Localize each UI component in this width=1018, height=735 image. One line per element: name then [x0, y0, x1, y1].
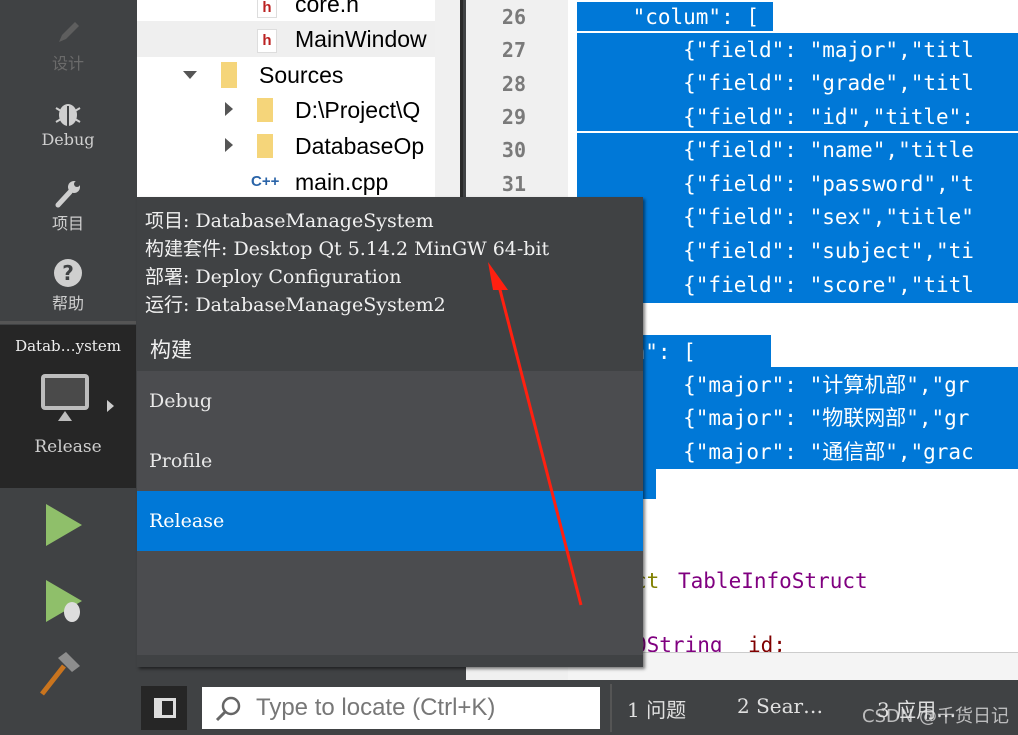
tree-item-databaseop[interactable]: DatabaseOp: [137, 128, 435, 164]
code-line: {"field": "password","t: [582, 172, 974, 196]
header-file-icon: h: [257, 29, 277, 53]
tab-issues[interactable]: 1 问题: [627, 694, 686, 723]
target-config: Release: [34, 437, 102, 457]
locator-placeholder: Type to locate (Ctrl+K): [256, 694, 496, 721]
line-number: 29: [501, 105, 526, 129]
tree-item-mainwindow[interactable]: h MainWindow: [137, 21, 435, 57]
line-number: 31: [501, 172, 526, 196]
target-project: Datab…ystem: [15, 337, 121, 355]
hammer-icon[interactable]: [38, 652, 80, 698]
mode-label: 帮助: [51, 294, 84, 313]
info-project: 项目: DatabaseManageSystem: [145, 210, 434, 232]
build-list: Debug Profile Release: [137, 371, 643, 655]
tree-label: main.cpp: [295, 169, 389, 195]
build-header: 构建: [150, 338, 192, 362]
info-run: 运行: DatabaseManageSystem2: [145, 294, 446, 316]
mode-debug[interactable]: Debug: [0, 98, 136, 149]
tree-scrollbar[interactable]: [435, 0, 463, 197]
search-icon: [215, 696, 241, 722]
toggle-sidebar-button[interactable]: [141, 686, 187, 730]
target-popup: 项目: DatabaseManageSystem 构建套件: Desktop Q…: [137, 197, 643, 667]
tree-label: D:\Project\Q: [295, 97, 421, 123]
line-number: 27: [501, 38, 526, 62]
mode-label: 项目: [51, 214, 84, 233]
mode-label: 设计: [51, 54, 84, 73]
svg-text:?: ?: [62, 261, 74, 285]
help-icon: ?: [54, 259, 82, 287]
info-kit: 构建套件: Desktop Qt 5.14.2 MinGW 64-bit: [145, 238, 550, 260]
divider: [0, 321, 136, 324]
pencil-icon: [59, 22, 79, 42]
tree-item-main-cpp[interactable]: C++ main.cpp: [137, 164, 435, 197]
tree-label: Sources: [259, 62, 344, 88]
watermark: CSDN @千货日记: [862, 706, 1010, 727]
source-folder-icon: [221, 62, 237, 88]
mode-project[interactable]: 项目: [0, 178, 136, 234]
bug-icon: [55, 104, 81, 126]
sidebar-toggle-icon: [154, 698, 176, 718]
cpp-file-icon: C++: [251, 173, 280, 190]
code-line: {"field": "major","titl: [582, 38, 974, 62]
code-line: {"field": "id","title":: [582, 105, 974, 129]
line-number: 30: [501, 138, 526, 162]
run-icon[interactable]: [44, 502, 84, 548]
tree-item-project-dir[interactable]: D:\Project\Q: [137, 92, 435, 128]
wrench-icon: [55, 181, 80, 208]
folder-icon: [257, 134, 273, 158]
line-number: 28: [501, 72, 526, 96]
tab-search[interactable]: 2 Sear…: [737, 694, 823, 718]
triangle-right-icon[interactable]: [225, 102, 234, 116]
mode-help[interactable]: ? 帮助: [0, 258, 136, 314]
code-line: {"field": "grade","titl: [582, 71, 974, 95]
triangle-right-icon[interactable]: [225, 138, 234, 152]
info-deploy: 部署: Deploy Configuration: [145, 266, 402, 288]
code-line: "colum": [: [582, 5, 760, 29]
target-selector[interactable]: Datab…ystem Release: [0, 325, 136, 488]
bottom-bar: Type to locate (Ctrl+K) 1 问题 2 Sear… 3 应…: [137, 680, 1018, 735]
triangle-right-icon: [107, 400, 114, 412]
build-option-debug[interactable]: Debug: [137, 371, 643, 431]
triangle-down-icon[interactable]: [183, 71, 197, 80]
code-line: {"field": "name","title: [582, 138, 974, 162]
code-type-name: TableInfoStruct: [678, 569, 868, 593]
tree-label: core.h: [295, 0, 359, 17]
build-option-release[interactable]: Release: [137, 491, 643, 551]
mode-design[interactable]: 设计: [0, 18, 136, 74]
mode-sidebar: 设计 Debug 项目 ? 帮助 Datab…ystem Release: [0, 0, 136, 735]
tree-label: MainWindow: [295, 26, 427, 52]
line-number: 26: [501, 5, 526, 29]
locator-input[interactable]: Type to locate (Ctrl+K): [202, 687, 600, 729]
header-file-icon: h: [257, 0, 277, 18]
monitor-icon: [41, 374, 89, 421]
build-option-profile[interactable]: Profile: [137, 431, 643, 491]
divider: [610, 684, 612, 732]
debug-run-icon[interactable]: [44, 578, 84, 628]
tree-label: DatabaseOp: [295, 133, 425, 159]
folder-icon: [257, 98, 273, 122]
tree-item-core-h[interactable]: h core.h: [137, 0, 435, 22]
tree-item-sources[interactable]: Sources: [137, 57, 435, 93]
mode-label: Debug: [41, 130, 95, 149]
project-tree: h core.h h MainWindow Sources D:\Project\Q…: [137, 0, 435, 197]
